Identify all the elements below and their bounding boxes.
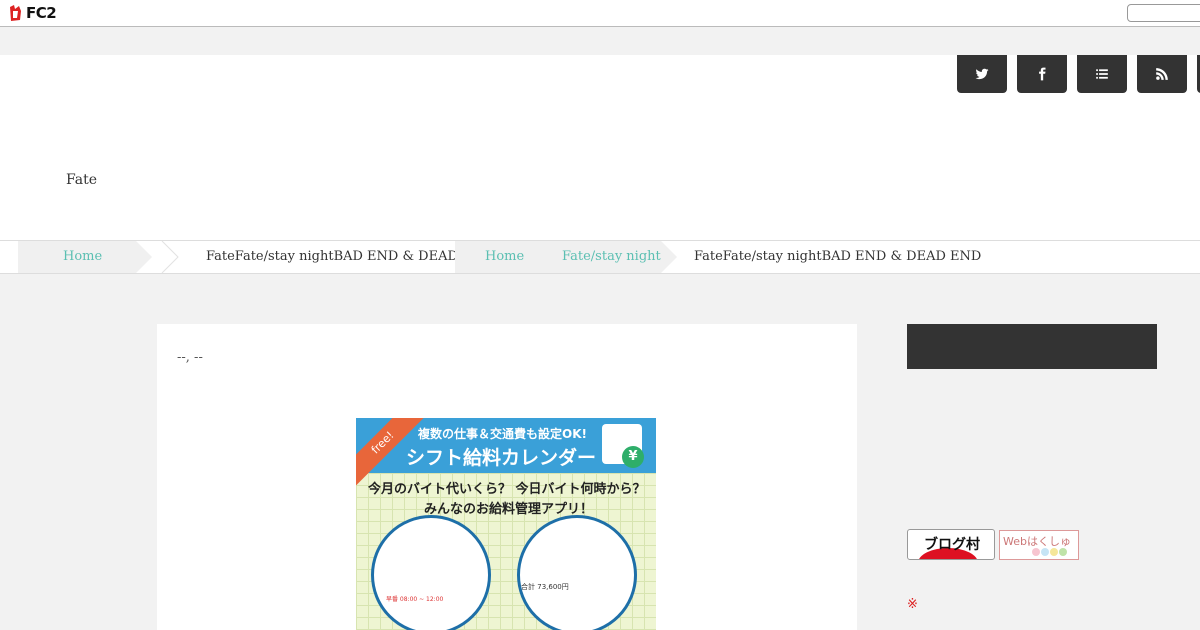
banner-app-name: シフト給料カレンダー bbox=[406, 447, 597, 469]
banner-tagline-1: 今月のバイト代いくら？ 今日バイト何時から？ bbox=[368, 482, 646, 497]
breadcrumb-home-link-2[interactable]: Home bbox=[455, 241, 549, 273]
banner-screenshot-left bbox=[371, 515, 491, 630]
list-icon bbox=[1096, 69, 1108, 79]
fc2-top-bar: FC2 bbox=[0, 0, 1200, 27]
banner-shift: 早番 08:00 ~ 12:00 bbox=[386, 596, 444, 603]
facebook-button[interactable] bbox=[1017, 55, 1067, 93]
color-dots-icon bbox=[1032, 548, 1067, 556]
breadcrumb-separator-icon bbox=[161, 241, 179, 273]
rss-button[interactable] bbox=[1137, 55, 1187, 93]
yen-icon: ¥ bbox=[622, 446, 644, 468]
banner-headline: 複数の仕事＆交通費も設定OK! bbox=[418, 427, 587, 441]
web-hakushu-badge[interactable]: Webはくしゅ bbox=[999, 530, 1079, 560]
fc2-logo[interactable]: FC2 bbox=[8, 4, 57, 22]
breadcrumb-home-link[interactable]: Home bbox=[18, 241, 152, 273]
sidebar-note: ※ bbox=[907, 597, 918, 612]
blog-title[interactable]: Fate bbox=[66, 172, 97, 188]
fc2-search-input[interactable] bbox=[1127, 4, 1200, 22]
social-buttons bbox=[957, 55, 1187, 93]
banner-total: 合計 73,600円 bbox=[521, 583, 569, 591]
banner-tagline-2: みんなのお給料管理アプリ！ bbox=[424, 502, 594, 517]
banner-screenshot-right bbox=[517, 515, 637, 630]
fc2-logo-text: FC2 bbox=[26, 4, 57, 22]
fc2-logo-icon bbox=[10, 4, 21, 21]
breadcrumb-category-link[interactable]: Fate/stay night bbox=[533, 241, 677, 273]
breadcrumb-current: FateFate/stay nightBAD END & DEAD END bbox=[206, 249, 468, 264]
blogmura-badge[interactable]: ブログ村 bbox=[907, 529, 995, 560]
sidebar-heading bbox=[907, 324, 1157, 369]
article-card: --, -- free! 複数の仕事＆交通費も設定OK! シフト給料カレンダー … bbox=[157, 324, 857, 630]
post-date: --, -- bbox=[177, 350, 203, 365]
rss-icon bbox=[1156, 68, 1168, 80]
breadcrumb-current-2: FateFate/stay nightBAD END & DEAD END bbox=[694, 249, 982, 264]
facebook-icon bbox=[1039, 67, 1046, 81]
app-ad-banner[interactable]: free! 複数の仕事＆交通費も設定OK! シフト給料カレンダー ¥ 今月のバイ… bbox=[356, 418, 656, 630]
breadcrumb: Home FateFate/stay nightBAD END & DEAD E… bbox=[0, 240, 1200, 274]
twitter-icon bbox=[975, 68, 989, 80]
list-button[interactable] bbox=[1077, 55, 1127, 93]
twitter-button[interactable] bbox=[957, 55, 1007, 93]
